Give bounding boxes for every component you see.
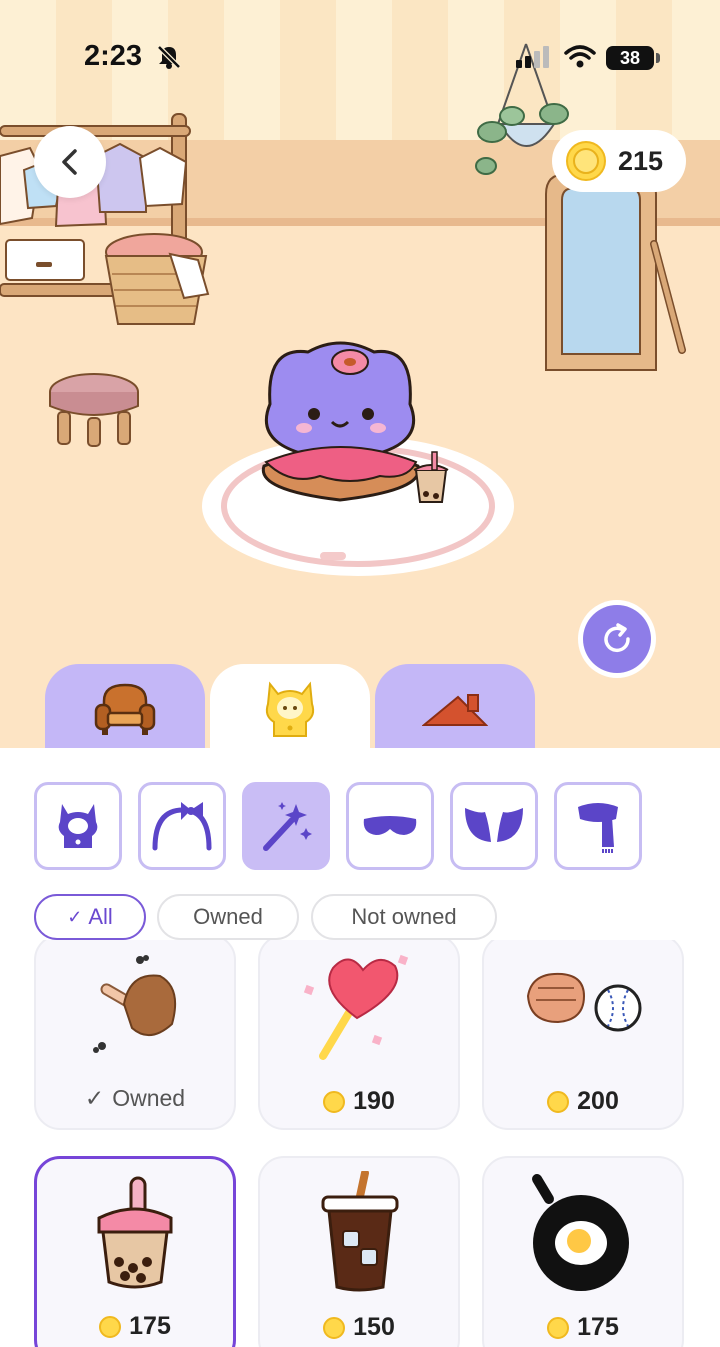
chevron-left-icon [62, 149, 77, 175]
roof-icon [422, 694, 488, 726]
coin-icon [547, 1316, 570, 1339]
subtab-wings[interactable] [450, 782, 538, 870]
price-value: 190 [353, 1087, 395, 1115]
subtab-headwear[interactable] [138, 782, 226, 870]
bubble-tea-icon [97, 1176, 173, 1289]
item-card-baseball-glove[interactable]: 200 [482, 940, 684, 1130]
price: 175 [37, 1312, 233, 1341]
coin-icon [99, 1315, 122, 1338]
item-grid: ✓ Owned 190 200 175 150 175 [0, 940, 720, 1347]
scarf-icon [578, 803, 618, 853]
price: 200 [484, 1087, 682, 1116]
subtab-eyewear[interactable] [346, 782, 434, 870]
item-card-heart-lollipop[interactable]: 190 [258, 940, 460, 1130]
cat-character [202, 341, 514, 576]
cat-outfit-icon [265, 681, 315, 737]
headband-icon [152, 802, 212, 851]
stool [49, 373, 139, 447]
tab-furniture[interactable] [45, 664, 205, 754]
owned-label: Owned [112, 1085, 186, 1111]
filter-all[interactable]: ✓ All [34, 894, 146, 940]
tab-room[interactable] [375, 664, 535, 754]
battery-level: 38 [606, 46, 654, 70]
status-bar: 2:23 38 [0, 0, 720, 100]
coin-icon [566, 141, 606, 181]
price-value: 175 [129, 1312, 171, 1340]
price-value: 175 [577, 1313, 619, 1341]
armchair-icon [94, 683, 156, 735]
status-time: 2:23 [84, 40, 143, 72]
coin-icon [547, 1090, 570, 1113]
signal-icon [516, 46, 549, 68]
subtab-costume[interactable] [34, 782, 122, 870]
eye-mask-icon [363, 816, 417, 835]
owned-status: ✓ Owned [36, 1085, 234, 1112]
check-icon: ✓ [84, 1085, 105, 1111]
item-card-fried-egg-pan[interactable]: 175 [482, 1156, 684, 1347]
subtab-handheld[interactable] [242, 782, 330, 870]
wings-icon [465, 808, 523, 842]
check-icon: ✓ [67, 906, 83, 927]
reset-outfit-button[interactable] [578, 600, 656, 678]
price: 150 [260, 1313, 458, 1342]
coin-icon [323, 1090, 346, 1113]
wifi-icon [564, 45, 596, 68]
coin-amount: 215 [618, 145, 664, 176]
tab-outfits[interactable] [210, 664, 370, 754]
price: 190 [260, 1087, 458, 1116]
item-card-drumstick[interactable]: ✓ Owned [34, 940, 236, 1130]
coin-balance: 215 [552, 130, 686, 192]
item-card-iced-coffee[interactable]: 150 [258, 1156, 460, 1347]
price: 175 [484, 1313, 682, 1342]
drumstick-icon [93, 955, 176, 1053]
bell-muted-icon [157, 45, 181, 69]
frying-pan-icon [532, 1174, 629, 1291]
laundry-basket [104, 233, 210, 325]
filter-owned-label: Owned [193, 904, 263, 929]
baseball-glove-icon [526, 972, 642, 1032]
price-value: 150 [353, 1313, 395, 1341]
magic-wand-icon [263, 802, 312, 851]
iced-coffee-icon [321, 1171, 399, 1292]
filter-not-owned-label: Not owned [351, 904, 457, 929]
battery-cap [656, 53, 660, 63]
item-card-bubble-tea[interactable]: 175 [34, 1156, 236, 1347]
back-button[interactable] [34, 126, 106, 198]
filter-owned[interactable]: Owned [157, 894, 299, 940]
filter-not-owned[interactable]: Not owned [311, 894, 497, 940]
price-value: 200 [577, 1087, 619, 1115]
coin-icon [323, 1316, 346, 1339]
refresh-icon [604, 623, 630, 652]
heart-lollipop-icon [303, 954, 409, 1060]
filter-all-label: All [88, 904, 113, 929]
subtab-scarf[interactable] [554, 782, 642, 870]
costume-icon [58, 804, 98, 848]
standing-mirror [545, 173, 686, 371]
